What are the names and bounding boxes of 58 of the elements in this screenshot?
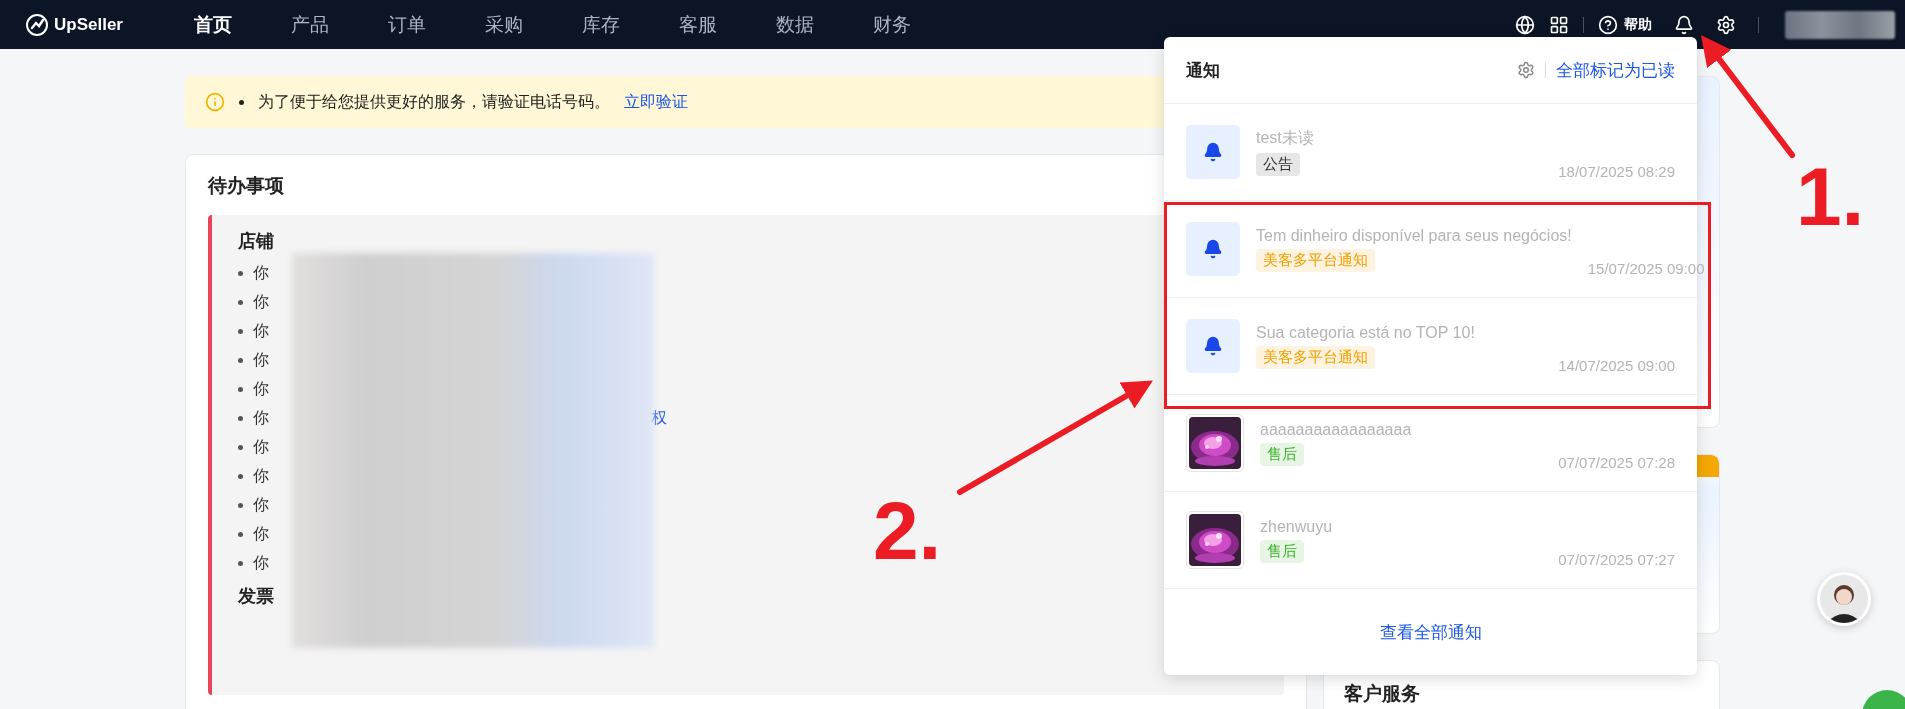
notification-title: test未读 bbox=[1256, 128, 1314, 148]
notification-title: aaaaaaaaaaaaaaaaa bbox=[1260, 420, 1412, 439]
category-tag: 美客多平台通知 bbox=[1256, 248, 1375, 272]
verify-link[interactable]: 立即验证 bbox=[624, 91, 688, 113]
avatar[interactable] bbox=[1817, 572, 1871, 626]
bell-icon bbox=[1186, 125, 1240, 179]
nav-menu-item[interactable]: 财务 bbox=[873, 11, 970, 38]
logo-text: UpSeller bbox=[54, 14, 123, 35]
notification-time: 14/07/2025 09:00 bbox=[1558, 357, 1675, 374]
help-link[interactable]: 帮助 bbox=[1624, 15, 1652, 34]
todo-item-text: 你 bbox=[253, 350, 269, 370]
card-title: 客户服务 bbox=[1344, 682, 1421, 706]
todo-item-text: 你 bbox=[253, 292, 269, 312]
todo-item-text: 你 bbox=[253, 524, 269, 544]
todo-item-text: 你 bbox=[253, 408, 269, 428]
panel-title: 通知 bbox=[1186, 59, 1220, 82]
help-icon[interactable] bbox=[1598, 14, 1618, 35]
nav-menu-item[interactable]: 库存 bbox=[582, 11, 679, 38]
section-heading: 发票 bbox=[238, 585, 274, 608]
bell-icon bbox=[1186, 222, 1240, 276]
notification-item[interactable]: test未读 公告 18/07/2025 08:29 bbox=[1164, 104, 1697, 201]
todo-item-text: 你 bbox=[253, 321, 269, 341]
notification-time: 15/07/2025 09:00 bbox=[1587, 260, 1705, 277]
card-title: 待办事项 bbox=[208, 174, 285, 198]
alert-message: 为了便于给您提供更好的服务，请验证电话号码。 bbox=[258, 91, 610, 112]
todo-item-text: 你 bbox=[253, 379, 269, 399]
logo-icon bbox=[26, 13, 48, 36]
notification-time: 18/07/2025 08:29 bbox=[1558, 163, 1675, 180]
nav-menu-item[interactable]: 产品 bbox=[291, 11, 388, 38]
nav-menu-item[interactable]: 首页 bbox=[194, 11, 291, 38]
notification-title: Tem dinheiro disponível para seus negócios! bbox=[1256, 226, 1572, 245]
notification-title: Sua categoria está no TOP 10! bbox=[1256, 323, 1475, 342]
annotation-label: 2. bbox=[873, 490, 942, 572]
category-tag: 公告 bbox=[1256, 153, 1300, 176]
category-tag: 售后 bbox=[1260, 539, 1304, 563]
section-heading: 店铺 bbox=[238, 230, 274, 253]
todo-item-text: 你 bbox=[253, 263, 269, 283]
nav-menu-item[interactable]: 采购 bbox=[485, 11, 582, 38]
todo-item-text: 你 bbox=[253, 495, 269, 515]
globe-icon[interactable] bbox=[1515, 14, 1535, 35]
view-all-link[interactable]: 查看全部通知 bbox=[1379, 620, 1482, 644]
category-tag: 美客多平台通知 bbox=[1256, 345, 1375, 369]
bell-icon bbox=[1186, 319, 1240, 373]
nav-menu-item[interactable]: 客服 bbox=[679, 11, 776, 38]
notification-time: 07/07/2025 07:28 bbox=[1558, 454, 1675, 471]
annotation-label: 1. bbox=[1796, 156, 1865, 238]
mark-all-read-link[interactable]: 全部标记为已读 bbox=[1556, 58, 1675, 82]
todo-item-text: 你 bbox=[253, 553, 269, 573]
notification-title: zhenwuyu bbox=[1260, 517, 1333, 536]
grid-icon[interactable] bbox=[1549, 14, 1569, 35]
category-tag: 售后 bbox=[1260, 442, 1304, 466]
nav-menu-item[interactable]: 数据 bbox=[776, 11, 873, 38]
todo-item-text: 你 bbox=[253, 466, 269, 486]
todo-item-text: 你 bbox=[253, 437, 269, 457]
info-icon bbox=[205, 92, 225, 112]
bell-icon[interactable] bbox=[1674, 14, 1694, 35]
notification-time: 07/07/2025 07:27 bbox=[1558, 551, 1675, 568]
nav-menu-item[interactable]: 订单 bbox=[388, 11, 485, 38]
